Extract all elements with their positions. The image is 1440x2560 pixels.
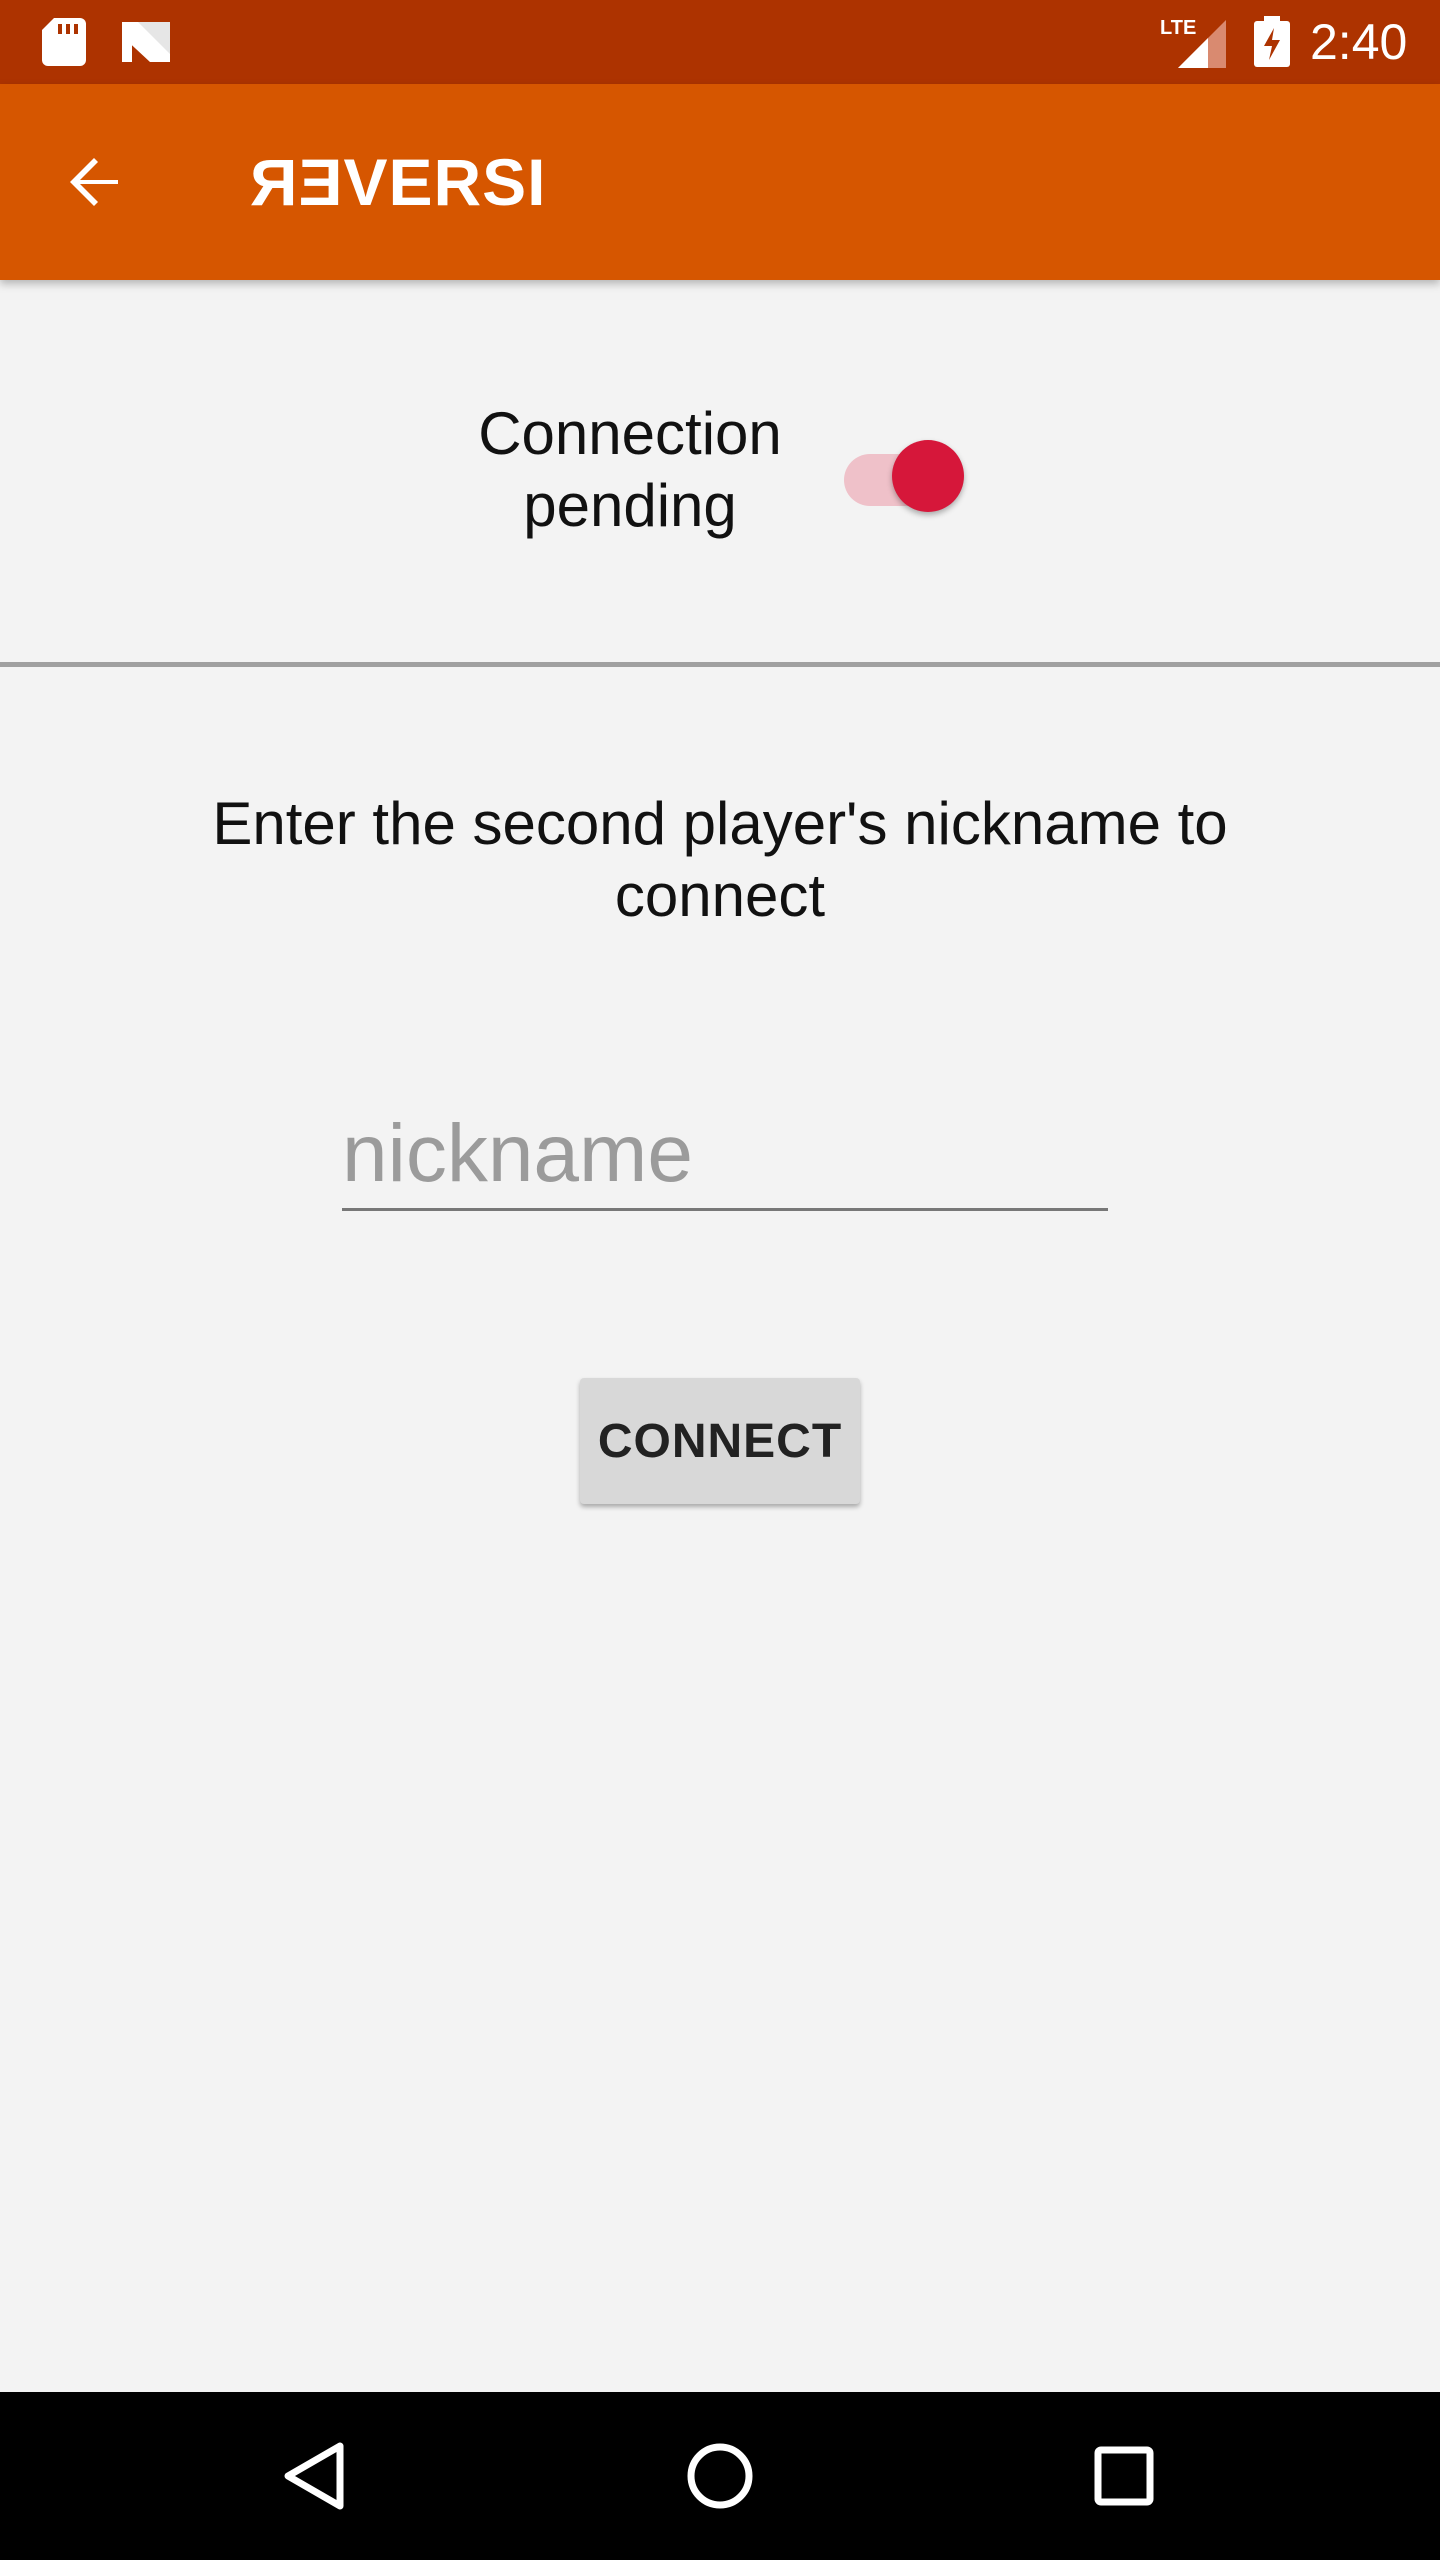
back-button[interactable] xyxy=(48,134,144,230)
divider xyxy=(0,662,1440,667)
nav-home-icon xyxy=(687,2443,753,2509)
toggle-thumb xyxy=(892,440,964,512)
nickname-input[interactable] xyxy=(342,1100,1108,1211)
nav-back-icon xyxy=(284,2442,344,2510)
app-title: ЯƎVERSI xyxy=(250,145,547,219)
lte-signal-icon: LTE xyxy=(1160,17,1226,68)
nav-back-button[interactable] xyxy=(266,2426,366,2526)
battery-charging-icon xyxy=(1254,16,1290,67)
status-clock: 2:40 xyxy=(1310,14,1408,70)
sd-card-icon xyxy=(42,18,86,66)
connection-status-label: Connection pending xyxy=(478,400,782,539)
nav-home-button[interactable] xyxy=(670,2426,770,2526)
navigation-bar xyxy=(0,2392,1440,2560)
connection-row: Connection pending xyxy=(0,280,1440,664)
connection-toggle[interactable] xyxy=(840,432,970,512)
nav-recents-icon xyxy=(1094,2446,1154,2506)
status-bar: LTE 2:40 xyxy=(0,0,1440,84)
arrow-back-icon xyxy=(70,158,118,206)
app-bar: ЯƎVERSI xyxy=(0,84,1440,280)
instruction-text: Enter the second player's nickname to co… xyxy=(212,790,1228,929)
nav-recents-button[interactable] xyxy=(1074,2426,1174,2526)
connect-button[interactable]: CONNECT xyxy=(580,1378,860,1504)
n-icon xyxy=(122,22,170,62)
lte-label: LTE xyxy=(1160,17,1196,39)
